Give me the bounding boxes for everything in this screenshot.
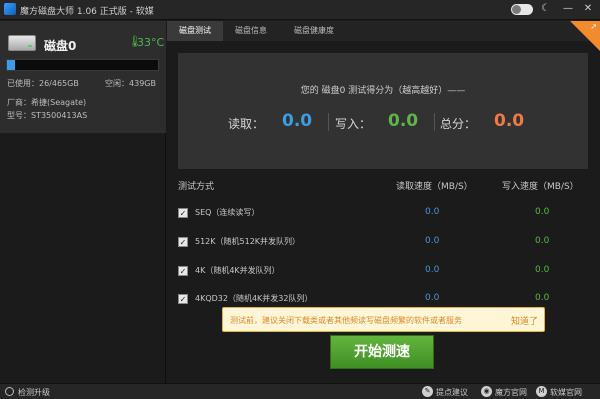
tab-disk-test[interactable]: 磁盘测试	[167, 21, 223, 41]
tab-disk-health[interactable]: 磁盘健康度	[279, 21, 349, 41]
row-label: SEQ（连续读写）	[195, 208, 260, 217]
row-read-speed: 0.0	[425, 265, 440, 275]
ruanmei-icon: M	[536, 386, 547, 397]
row-read-speed: 0.0	[425, 293, 440, 303]
disk-usage-bar	[6, 59, 159, 71]
window-title: 魔方磁盘大师 1.06 正式版 - 软媒	[20, 7, 154, 17]
disk-vendor: 厂商：希捷(Seagate)	[7, 98, 87, 107]
tab-bar: 磁盘测试 磁盘信息 磁盘健康度	[167, 21, 600, 41]
mofang-icon: ◉	[481, 386, 492, 397]
app-logo-icon	[4, 3, 16, 15]
disk-sidebar: 磁盘0 🌡 33°C 已使用：26/465GB 空闲：439GB 厂商：希捷(S…	[0, 21, 166, 383]
disk-usage-fill	[7, 60, 16, 70]
score-panel: 您的 磁盘0 测试得分为（越高越好）—— 读取： 0.0 写入： 0.0 总分：…	[178, 53, 588, 169]
read-score-label: 读取：	[228, 117, 265, 131]
check-update-link[interactable]: 检测升级	[18, 387, 50, 398]
score-divider	[328, 113, 329, 131]
disk-model: 型号：ST3500413AS	[7, 111, 88, 120]
ruanmei-site-link[interactable]: 软媒官网	[550, 387, 582, 398]
table-row: ✓ 512K（随机512K并发队列） 0.0 0.0	[178, 236, 588, 250]
disk-used: 已使用：26/465GB	[7, 79, 79, 88]
read-score-value: 0.0	[282, 111, 313, 131]
table-row: ✓ 4KQD32（随机4K并发32队列） 0.0 0.0	[178, 293, 588, 307]
row-read-speed: 0.0	[425, 207, 440, 217]
close-button[interactable]: ✕	[580, 2, 596, 16]
disk-temperature: 33°C	[137, 36, 165, 49]
row-checkbox[interactable]: ✓	[178, 237, 188, 247]
feedback-icon: ✎	[422, 386, 433, 397]
col-test-method: 测试方式	[178, 182, 215, 192]
hard-disk-icon	[8, 35, 36, 51]
test-table-header: 测试方式 读取速度（MB/S） 写入速度（MB/S）	[178, 179, 588, 193]
feedback-link[interactable]: 提点建议	[436, 387, 468, 398]
disk-card[interactable]: 磁盘0 🌡 33°C 已使用：26/465GB 空闲：439GB 厂商：希捷(S…	[0, 21, 166, 133]
score-divider	[434, 113, 435, 131]
row-label: 512K（随机512K并发队列）	[195, 237, 301, 246]
total-score-label: 总分：	[440, 117, 477, 131]
start-test-button[interactable]: 开始测速	[330, 335, 434, 369]
moon-icon[interactable]: ☾	[541, 3, 550, 14]
refresh-icon	[5, 387, 14, 396]
mofang-site-link[interactable]: 魔方官网	[495, 387, 527, 398]
table-row: ✓ 4K（随机4K并发队列） 0.0 0.0	[178, 265, 588, 279]
toggle-knob	[512, 5, 521, 14]
theme-toggle[interactable]	[511, 4, 533, 15]
write-score-label: 写入：	[335, 117, 372, 131]
col-write-speed: 写入速度（MB/S）	[502, 182, 579, 192]
row-checkbox[interactable]: ✓	[178, 208, 188, 218]
notice-dismiss-link[interactable]: 知道了	[511, 314, 538, 327]
row-read-speed: 0.0	[425, 236, 440, 246]
total-score-value: 0.0	[494, 111, 525, 131]
disk-free: 空闲：439GB	[105, 79, 156, 88]
row-write-speed: 0.0	[535, 265, 550, 275]
ribbon-arrow-icon: ↗	[590, 22, 597, 31]
row-write-speed: 0.0	[535, 207, 550, 217]
row-checkbox[interactable]: ✓	[178, 266, 188, 276]
tab-disk-info[interactable]: 磁盘信息	[223, 21, 279, 41]
minimize-button[interactable]: —	[560, 2, 576, 16]
disk-name: 磁盘0	[44, 39, 77, 53]
col-read-speed: 读取速度（MB/S）	[396, 182, 473, 192]
notice-tooltip: 测试前，建议关闭下载类或者其他频读写磁盘频繁的软件或者服务 知道了	[222, 307, 545, 332]
table-row: ✓ SEQ（连续读写） 0.0 0.0	[178, 207, 588, 221]
row-checkbox[interactable]: ✓	[178, 294, 188, 304]
notice-text: 测试前，建议关闭下载类或者其他频读写磁盘频繁的软件或者服务	[230, 316, 462, 325]
score-headline: 您的 磁盘0 测试得分为（越高越好）——	[300, 86, 466, 96]
row-write-speed: 0.0	[535, 236, 550, 246]
write-score-value: 0.0	[388, 111, 419, 131]
row-label: 4KQD32（随机4K并发32队列）	[195, 294, 313, 303]
title-bar: 魔方磁盘大师 1.06 正式版 - 软媒 ☾ — ✕	[0, 0, 600, 20]
row-write-speed: 0.0	[535, 293, 550, 303]
row-label: 4K（随机4K并发队列）	[195, 266, 280, 275]
status-bar: 检测升级 ✎ 提点建议 ◉ 魔方官网 M 软媒官网	[0, 383, 600, 399]
